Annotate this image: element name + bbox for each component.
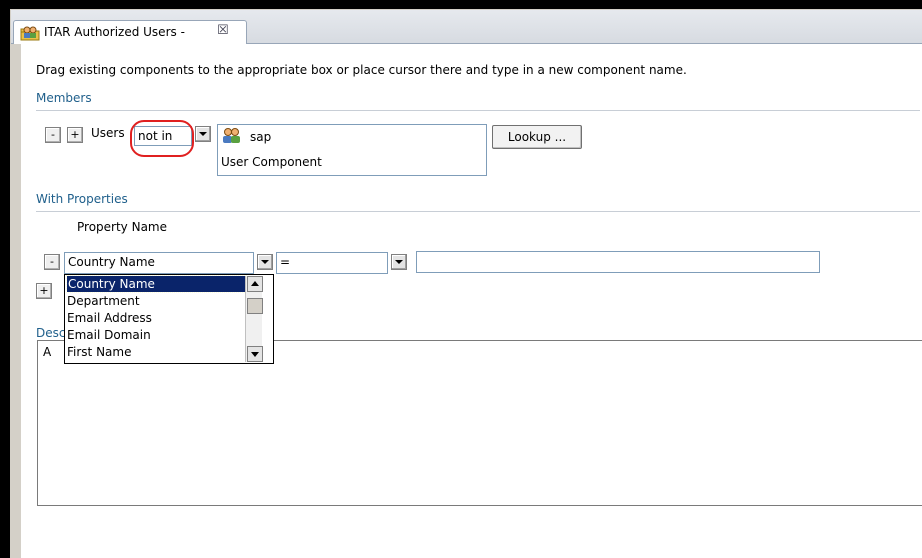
description-text: A [43,345,52,359]
members-add-button[interactable]: + [67,127,83,143]
instructions-text: Drag existing components to the appropri… [36,63,687,77]
members-operator-dropdown-button[interactable] [195,126,211,142]
dropdown-option-first-name[interactable]: First Name [67,344,131,360]
dropdown-option-email-domain[interactable]: Email Domain [67,327,151,343]
properties-separator [36,211,920,212]
property-value-input[interactable] [416,251,820,273]
members-separator [36,110,920,111]
members-remove-button[interactable]: - [45,127,61,143]
property-name-dropdown-list[interactable]: Country Name Department Email Address Em… [64,274,274,364]
member-component-name[interactable]: sap [250,130,271,144]
close-icon[interactable]: ☒ [217,23,229,38]
dropdown-option-country-name[interactable]: Country Name [66,275,247,293]
members-heading: Members [36,91,92,105]
property-name-column-header: Property Name [77,220,167,234]
scroll-up-icon[interactable] [247,276,263,292]
property-operator-select[interactable]: = [276,252,388,274]
property-operator-value: = [280,255,291,269]
property-add-button[interactable]: + [36,283,52,299]
description-heading: Desc [36,326,66,340]
description-textarea[interactable]: A [37,340,922,506]
users-label: Users [91,126,125,140]
member-component-type[interactable]: User Component [221,155,322,169]
property-name-select[interactable]: Country Name [64,252,254,274]
dropdown-option-department[interactable]: Department [67,293,140,309]
dropdown-option-email-address[interactable]: Email Address [67,310,152,326]
user-group-icon [221,128,243,147]
tab-title: ITAR Authorized Users - [44,25,185,39]
property-name-value: Country Name [68,255,155,269]
scroll-down-icon[interactable] [247,346,263,362]
tab-itar-authorized-users[interactable]: ITAR Authorized Users - ☒ [13,20,247,44]
highlight-circle [130,120,194,157]
property-operator-dropdown-button[interactable] [391,254,407,270]
property-name-dropdown-button[interactable] [257,254,273,270]
dropdown-scrollbar[interactable] [245,276,263,362]
property-remove-button[interactable]: - [44,254,60,270]
with-properties-heading: With Properties [36,192,128,206]
lookup-button[interactable]: Lookup ... [492,125,582,149]
scroll-thumb[interactable] [247,298,263,314]
users-folder-icon [20,25,40,41]
members-component-list[interactable]: sap User Component [217,124,487,176]
